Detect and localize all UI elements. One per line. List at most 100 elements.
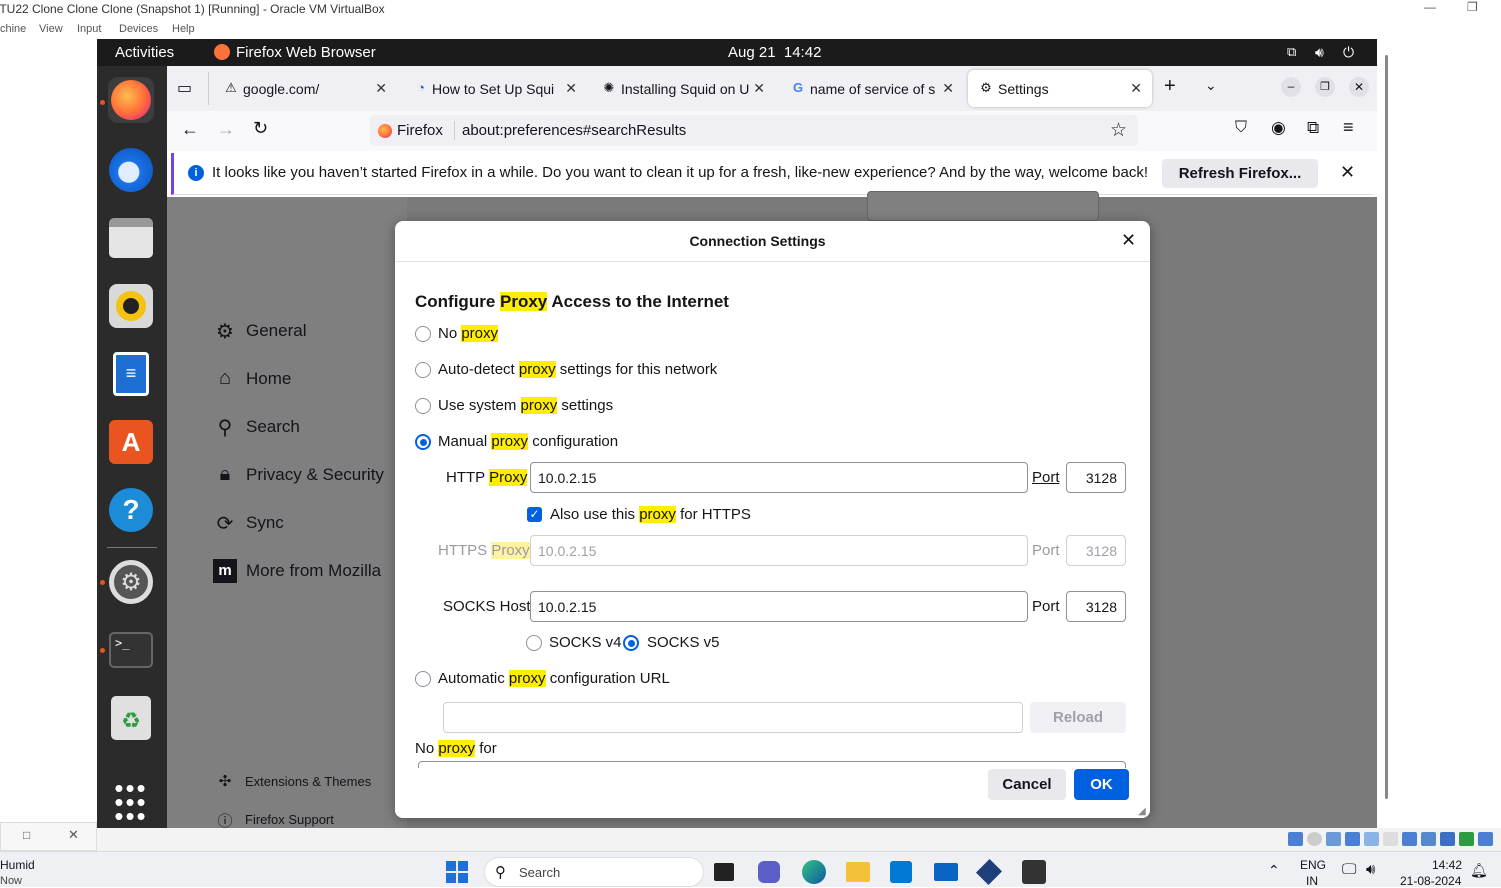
minimize-window-icon[interactable]: – [1281, 77, 1301, 97]
menu-icon[interactable]: ≡ [1343, 117, 1354, 138]
teams-icon[interactable] [758, 861, 780, 883]
maximize-icon[interactable]: □ [23, 828, 30, 842]
close-tab-icon[interactable]: ✕ [942, 80, 954, 97]
socks-host-input[interactable]: 10.0.2.15 [530, 591, 1028, 622]
notification-bell-icon[interactable]: 🔔︎ [1470, 862, 1488, 879]
edge-icon[interactable] [802, 860, 826, 884]
tab-google-search[interactable]: G name of service of s ✕ [780, 70, 960, 107]
file-explorer-icon[interactable] [846, 862, 870, 882]
optical-icon[interactable] [1307, 832, 1322, 846]
libreoffice-writer-icon[interactable]: ≡ [108, 351, 154, 397]
https-proxy-input[interactable]: 10.0.2.15 [530, 535, 1028, 566]
app-icon[interactable] [1022, 860, 1046, 884]
show-hidden-icons[interactable]: ⌃ [1268, 862, 1280, 879]
show-apps-icon[interactable]: ••• ••• ••• [108, 775, 154, 828]
back-icon[interactable]: ← [181, 119, 199, 140]
also-https-label[interactable]: Also use this proxy for HTTPS [550, 506, 751, 523]
new-tab-icon[interactable]: + [1164, 75, 1176, 98]
vbox-scrollbar[interactable] [1385, 55, 1388, 799]
windows-start-icon[interactable] [446, 861, 468, 883]
app-center-icon[interactable]: A [108, 419, 154, 465]
shared-folder-icon[interactable] [1383, 832, 1398, 846]
url-text[interactable]: about:preferences#searchResults [462, 122, 686, 139]
restore-icon[interactable]: ❐ [1467, 0, 1478, 14]
socks-v4-label[interactable]: SOCKS v4 [549, 634, 622, 651]
url-bar[interactable]: Firefox about:preferences#searchResults … [370, 115, 1138, 146]
terminal-icon[interactable]: >_ [108, 627, 154, 673]
menu-machine[interactable]: chine [0, 23, 26, 35]
https-port-input[interactable]: 3128 [1066, 535, 1126, 566]
close-icon[interactable]: ✕ [68, 827, 79, 843]
resize-grip-icon[interactable]: ◢ [1138, 806, 1146, 817]
reload-icon[interactable]: ↻ [253, 118, 268, 139]
display-icon[interactable] [1402, 832, 1417, 846]
no-proxy-label[interactable]: No proxy [438, 325, 499, 342]
trash-icon[interactable]: ♻ [108, 695, 154, 741]
no-proxy-radio[interactable] [415, 326, 431, 342]
task-view-icon[interactable] [714, 863, 734, 881]
maximize-window-icon[interactable]: ❐ [1315, 77, 1335, 97]
http-proxy-input[interactable]: 10.0.2.15 [530, 462, 1028, 493]
http-port-input[interactable]: 3128 [1066, 462, 1126, 493]
weather-line1[interactable]: Humid [0, 858, 35, 872]
power-icon[interactable]: ⏻ [1343, 44, 1354, 61]
menu-help[interactable]: Help [172, 23, 195, 35]
volume-icon[interactable]: 🔊︎ [1315, 44, 1324, 61]
system-proxy-radio[interactable] [415, 398, 431, 414]
forward-icon[interactable]: → [217, 119, 235, 140]
disk-icon[interactable] [1288, 832, 1303, 846]
host-key-icon[interactable] [1478, 832, 1493, 846]
auto-config-url-radio[interactable] [415, 671, 431, 687]
close-tab-icon[interactable]: ✕ [1130, 80, 1142, 97]
network-icon[interactable]: ⧉ [1287, 44, 1296, 60]
tab-squid-setup[interactable]: ◔ How to Set Up Squi ✕ [403, 70, 583, 107]
minimize-icon[interactable]: — [1424, 0, 1436, 14]
account-icon[interactable]: ◉ [1271, 118, 1286, 138]
list-tabs-icon[interactable]: ⌄ [1205, 77, 1217, 94]
auto-detect-radio[interactable] [415, 362, 431, 378]
reload-button[interactable]: Reload [1030, 702, 1126, 733]
tab-installing-squid[interactable]: ✺ Installing Squid on U ✕ [591, 70, 771, 107]
firefox-icon[interactable] [108, 77, 154, 123]
close-window-icon[interactable]: ✕ [1349, 77, 1369, 97]
refresh-firefox-button[interactable]: Refresh Firefox... [1162, 159, 1318, 188]
tab-google[interactable]: ⚠ google.com/ ✕ [213, 70, 393, 107]
network-adapter-icon[interactable] [1345, 832, 1360, 846]
menu-devices[interactable]: Devices [119, 23, 158, 35]
menu-input[interactable]: Input [77, 23, 101, 35]
cancel-button[interactable]: Cancel [988, 769, 1066, 800]
bookmark-star-icon[interactable]: ☆ [1110, 119, 1127, 142]
menu-view[interactable]: View [39, 23, 63, 35]
usb-icon[interactable] [1364, 832, 1379, 846]
socks-v5-label[interactable]: SOCKS v5 [647, 634, 720, 651]
files-icon[interactable] [108, 215, 154, 261]
pocket-icon[interactable]: ⛉ [1235, 119, 1247, 137]
virtualbox-taskbar-icon[interactable] [975, 858, 1003, 886]
mail-icon[interactable] [934, 863, 958, 881]
tab-settings[interactable]: ⚙ Settings ✕ [968, 70, 1152, 107]
clock[interactable]: Aug 21 14:42 [728, 44, 821, 61]
thunderbird-icon[interactable] [108, 147, 154, 193]
language-line1[interactable]: ENG [1300, 858, 1326, 872]
close-dialog-icon[interactable]: ✕ [1121, 230, 1136, 251]
system-proxy-label[interactable]: Use system proxy settings [438, 397, 613, 414]
activities-button[interactable]: Activities [115, 44, 174, 61]
close-tab-icon[interactable]: ✕ [565, 80, 577, 97]
firefox-view-icon[interactable]: ▭ [177, 78, 192, 98]
auto-detect-label[interactable]: Auto-detect proxy settings for this netw… [438, 361, 717, 378]
extensions-icon[interactable]: ⧉ [1307, 118, 1319, 138]
ok-button[interactable]: OK [1074, 769, 1129, 800]
pac-url-input[interactable] [443, 702, 1023, 733]
store-icon[interactable] [890, 861, 912, 883]
audio-icon[interactable] [1326, 832, 1341, 846]
settings-icon[interactable]: ⚙ [108, 559, 154, 605]
taskbar-search[interactable]: ⚲ Search [484, 857, 704, 887]
network-icon[interactable]: 🖵︎ [1342, 861, 1356, 878]
manual-proxy-radio[interactable] [415, 434, 431, 450]
speaker-icon[interactable]: 🔊︎ [1366, 861, 1375, 878]
also-https-checkbox[interactable]: ✓ [527, 507, 542, 522]
close-tab-icon[interactable]: ✕ [375, 80, 387, 97]
clock-date[interactable]: 21-08-2024 [1400, 874, 1461, 888]
help-icon[interactable]: ? [108, 487, 154, 533]
auto-config-url-label[interactable]: Automatic proxy configuration URL [438, 670, 670, 687]
